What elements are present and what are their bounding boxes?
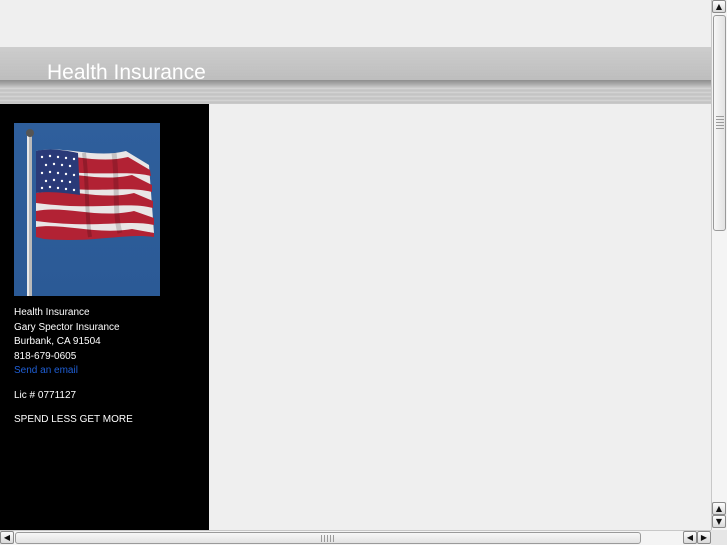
license-number: Lic # 0771127	[14, 389, 77, 401]
scroll-left-icon[interactable]: ◀	[0, 531, 14, 544]
scrollbar-corner	[711, 530, 727, 545]
banner-stripe	[0, 88, 711, 104]
scroll-up-icon[interactable]: ▲	[712, 0, 726, 13]
header-banner: Health Insurance	[0, 47, 711, 104]
horizontal-scrollbar[interactable]: ◀ ◀ ▶	[0, 530, 711, 545]
vertical-scrollbar[interactable]: ▲ ▲ ▼	[711, 0, 727, 530]
vertical-scroll-thumb[interactable]	[713, 15, 726, 231]
scroll-up-lower-icon[interactable]: ▲	[712, 502, 726, 515]
scroll-right-icon[interactable]: ▶	[697, 531, 711, 544]
info-line-address: Burbank, CA 91504	[14, 336, 101, 347]
scroll-down-icon[interactable]: ▼	[712, 515, 726, 528]
send-email-link[interactable]: Send an email	[14, 364, 204, 379]
sidebar: Health Insurance Gary Spector Insurance …	[0, 104, 209, 530]
info-line-company-type: Health Insurance	[14, 307, 90, 318]
scroll-left-right-icon[interactable]: ◀	[683, 531, 697, 544]
info-line-phone: 818-679-0605	[14, 350, 77, 362]
american-flag-photo	[14, 123, 160, 296]
slogan: SPEND LESS GET MORE	[14, 414, 133, 425]
page-title: Health Insurance	[47, 61, 206, 84]
horizontal-scroll-thumb[interactable]	[15, 532, 641, 544]
contact-info: Health Insurance Gary Spector Insurance …	[14, 306, 204, 428]
info-line-company-name: Gary Spector Insurance	[14, 321, 120, 333]
browser-viewport: Health Insurance Health Insurance Gary S…	[0, 0, 711, 530]
thumb-grip-icon	[716, 116, 724, 130]
thumb-grip-icon	[321, 535, 335, 542]
